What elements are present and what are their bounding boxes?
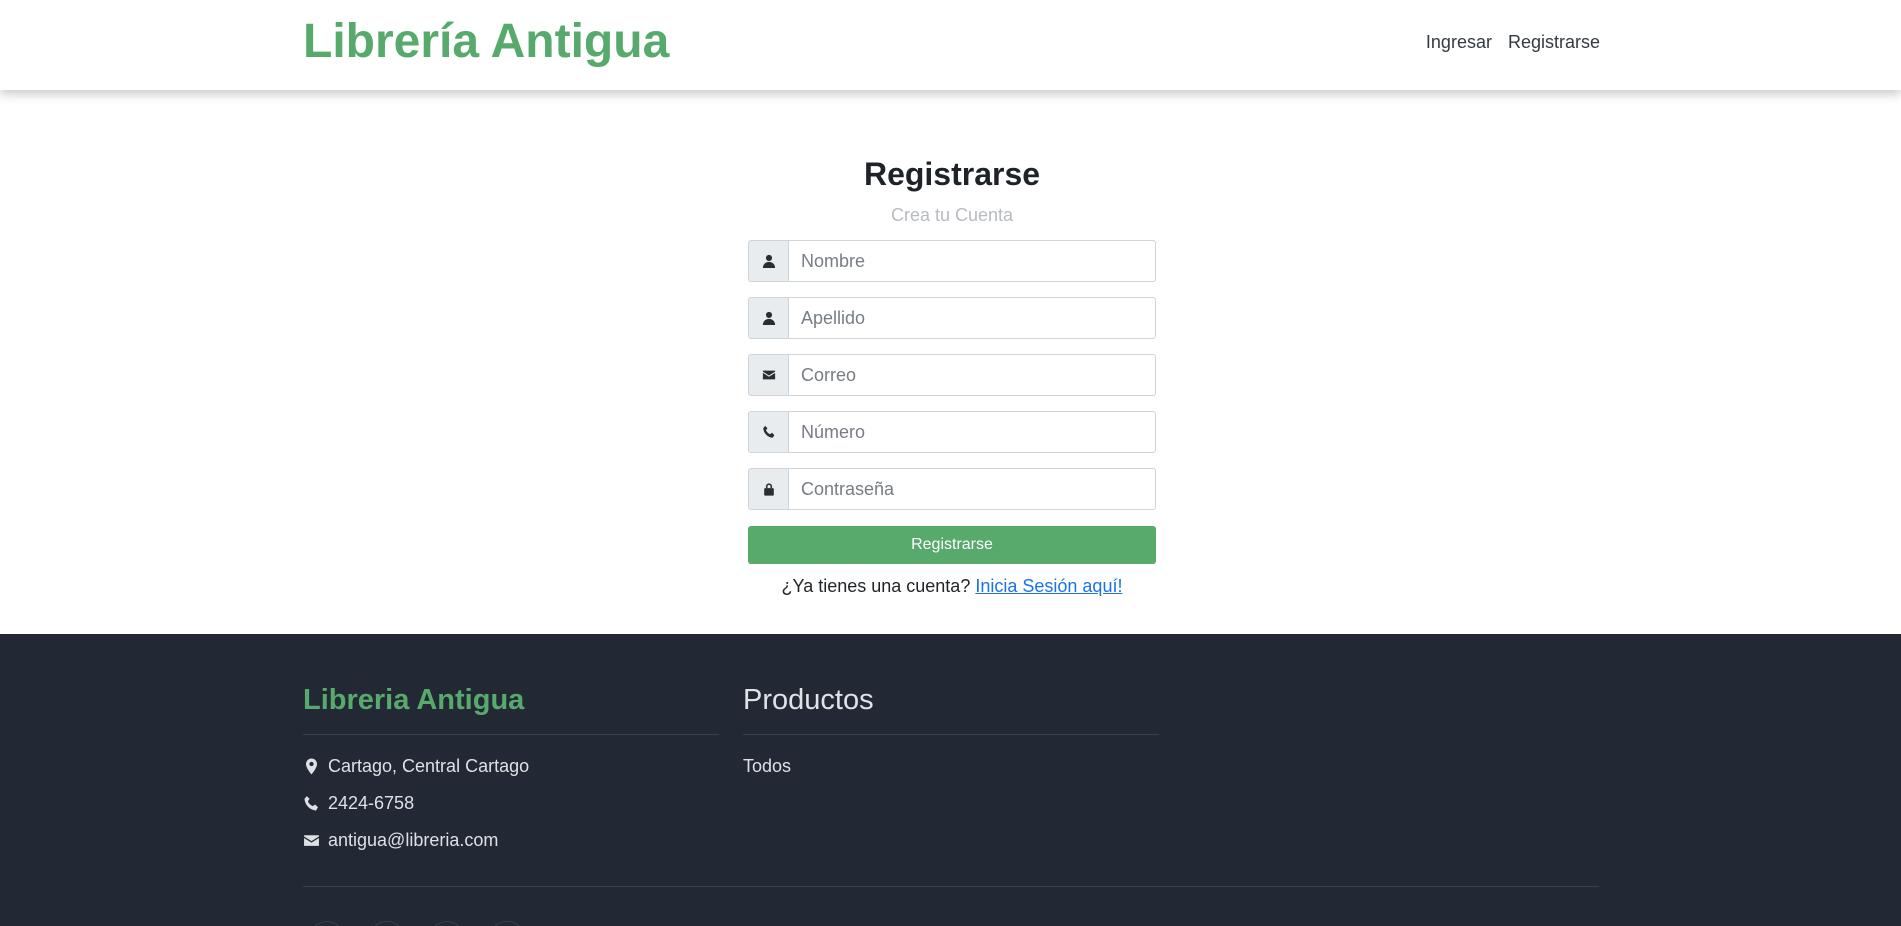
phone-group [748,411,1156,453]
social-icon[interactable] [489,921,525,926]
top-navbar: Librería Antigua Ingresar Registrarse [0,0,1901,90]
nav-register-link[interactable]: Registrarse [1508,32,1600,53]
footer-phone-text: 2424-6758 [328,793,415,813]
footer: Libreria Antigua Cartago, Central Cartag… [0,634,1901,926]
register-submit-button[interactable]: Registrarse [748,526,1156,564]
social-icon[interactable] [429,921,465,926]
login-link[interactable]: Inicia Sesión aquí! [975,576,1122,596]
form-title: Registrarse [863,156,1041,192]
envelope-icon [304,835,319,846]
footer-product-item: Todos [743,755,1159,778]
footer-phone: 2424-6758 [303,792,719,815]
phone-icon [748,411,788,453]
login-prompt: ¿Ya tienes una cuenta? Inicia Sesión aqu… [748,576,1156,597]
nav-login-link[interactable]: Ingresar [1426,32,1492,53]
register-form: Registrarse Crea tu Cuenta Nombre Apelli… [748,152,1156,597]
login-prompt-text: ¿Ya tienes una cuenta? [781,576,971,596]
footer-email: antigua@libreria.com [303,829,719,852]
footer-products-title: Productos [743,682,1159,735]
footer-products-list: Todos [743,755,1159,778]
password-input[interactable] [788,468,1156,510]
footer-email-text: antigua@libreria.com [328,830,499,850]
phone-icon [304,796,318,811]
social-icon[interactable] [369,921,405,926]
form-subtitle: Crea tu Cuenta [890,205,1014,225]
email-group [748,354,1156,396]
footer-divider [303,886,1599,887]
footer-contact-list: Cartago, Central Cartago 2424-6758 antig… [303,755,719,852]
password-group [748,468,1156,510]
nav-links: Ingresar Registrarse [1426,32,1600,53]
footer-contact-column: Libreria Antigua Cartago, Central Cartag… [303,682,719,866]
email-input[interactable] [788,354,1156,396]
map-pin-icon [305,758,318,775]
footer-address-text: Cartago, Central Cartago [328,756,530,776]
footer-brand: Libreria Antigua [303,682,719,735]
footer-address: Cartago, Central Cartago [303,755,719,778]
phone-input[interactable] [788,411,1156,453]
envelope-icon [748,354,788,396]
brand-logo[interactable]: Librería Antigua [303,14,669,69]
footer-product-link-all[interactable]: Todos [743,756,791,777]
user-icon [748,240,788,282]
social-icon[interactable] [309,921,345,926]
first-name-input[interactable] [788,240,1156,282]
first-name-group [748,240,1156,282]
last-name-group [748,297,1156,339]
user-icon [748,297,788,339]
footer-products-column: Productos Todos [743,682,1159,792]
lock-icon [748,468,788,510]
last-name-input[interactable] [788,297,1156,339]
form-fields [748,240,1156,510]
